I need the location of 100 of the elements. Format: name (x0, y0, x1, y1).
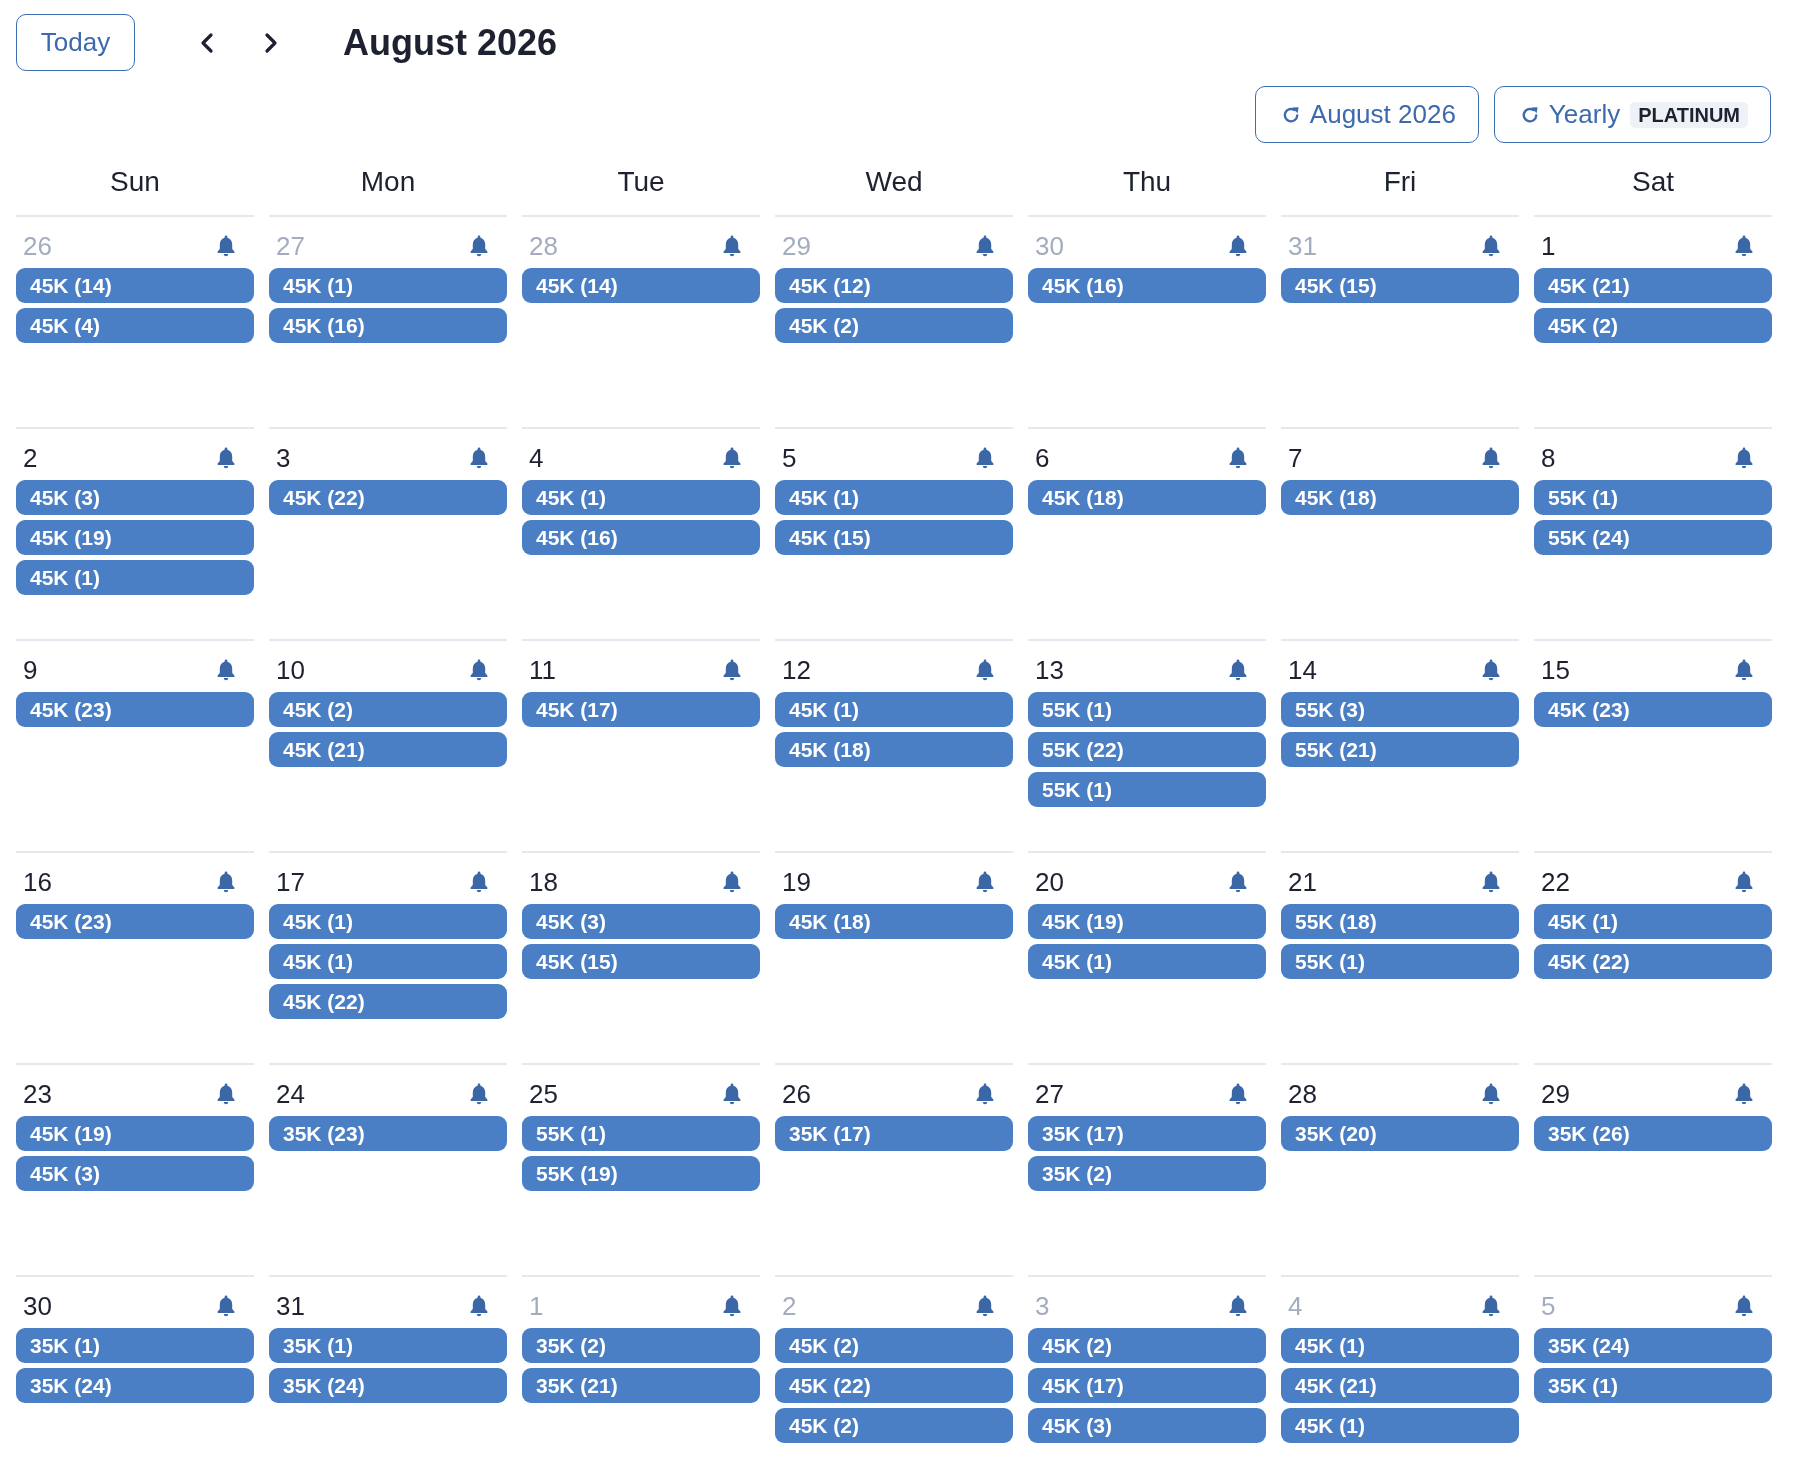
bell-icon[interactable] (975, 1295, 995, 1317)
bell-icon[interactable] (1228, 871, 1248, 893)
event-chip[interactable]: 45K (22) (269, 984, 507, 1019)
event-chip[interactable]: 45K (18) (1281, 480, 1519, 515)
event-chip[interactable]: 45K (3) (1028, 1408, 1266, 1443)
event-chip[interactable]: 45K (16) (269, 308, 507, 343)
event-chip[interactable]: 45K (23) (16, 692, 254, 727)
event-chip[interactable]: 45K (15) (1281, 268, 1519, 303)
event-chip[interactable]: 35K (2) (522, 1328, 760, 1363)
bell-icon[interactable] (1481, 1083, 1501, 1105)
bell-icon[interactable] (975, 1083, 995, 1105)
chevron-right-icon[interactable] (263, 31, 279, 54)
bell-icon[interactable] (1734, 447, 1754, 469)
event-chip[interactable]: 45K (18) (775, 732, 1013, 767)
event-chip[interactable]: 35K (26) (1534, 1116, 1772, 1151)
event-chip[interactable]: 45K (2) (775, 1408, 1013, 1443)
bell-icon[interactable] (216, 235, 236, 257)
event-chip[interactable]: 35K (20) (1281, 1116, 1519, 1151)
event-chip[interactable]: 45K (1) (269, 904, 507, 939)
bell-icon[interactable] (722, 447, 742, 469)
bell-icon[interactable] (469, 447, 489, 469)
event-chip[interactable]: 45K (21) (1534, 268, 1772, 303)
event-chip[interactable]: 45K (1) (16, 560, 254, 595)
bell-icon[interactable] (1734, 871, 1754, 893)
today-button[interactable]: Today (16, 14, 135, 71)
event-chip[interactable]: 45K (1) (775, 692, 1013, 727)
event-chip[interactable]: 55K (1) (1028, 692, 1266, 727)
event-chip[interactable]: 45K (16) (1028, 268, 1266, 303)
bell-icon[interactable] (216, 871, 236, 893)
bell-icon[interactable] (1481, 659, 1501, 681)
event-chip[interactable]: 35K (17) (775, 1116, 1013, 1151)
event-chip[interactable]: 45K (21) (1281, 1368, 1519, 1403)
event-chip[interactable]: 55K (22) (1028, 732, 1266, 767)
bell-icon[interactable] (1228, 659, 1248, 681)
bell-icon[interactable] (1734, 235, 1754, 257)
bell-icon[interactable] (975, 235, 995, 257)
bell-icon[interactable] (469, 1295, 489, 1317)
bell-icon[interactable] (975, 447, 995, 469)
event-chip[interactable]: 45K (1) (522, 480, 760, 515)
event-chip[interactable]: 55K (24) (1534, 520, 1772, 555)
event-chip[interactable]: 55K (19) (522, 1156, 760, 1191)
event-chip[interactable]: 45K (2) (1028, 1328, 1266, 1363)
bell-icon[interactable] (1228, 235, 1248, 257)
event-chip[interactable]: 35K (24) (269, 1368, 507, 1403)
event-chip[interactable]: 45K (1) (1028, 944, 1266, 979)
event-chip[interactable]: 35K (2) (1028, 1156, 1266, 1191)
bell-icon[interactable] (975, 871, 995, 893)
event-chip[interactable]: 45K (22) (269, 480, 507, 515)
sync-button[interactable]: Yearly PLATINUM (1493, 86, 1771, 143)
event-chip[interactable]: 45K (17) (522, 692, 760, 727)
event-chip[interactable]: 35K (17) (1028, 1116, 1266, 1151)
bell-icon[interactable] (469, 659, 489, 681)
event-chip[interactable]: 45K (22) (1534, 944, 1772, 979)
bell-icon[interactable] (1228, 1295, 1248, 1317)
event-chip[interactable]: 45K (14) (16, 268, 254, 303)
event-chip[interactable]: 35K (24) (16, 1368, 254, 1403)
event-chip[interactable]: 45K (1) (269, 944, 507, 979)
event-chip[interactable]: 45K (1) (269, 268, 507, 303)
bell-icon[interactable] (216, 1295, 236, 1317)
event-chip[interactable]: 45K (22) (775, 1368, 1013, 1403)
bell-icon[interactable] (1481, 871, 1501, 893)
event-chip[interactable]: 35K (1) (1534, 1368, 1772, 1403)
event-chip[interactable]: 55K (3) (1281, 692, 1519, 727)
event-chip[interactable]: 45K (2) (775, 1328, 1013, 1363)
event-chip[interactable]: 45K (1) (1281, 1408, 1519, 1443)
event-chip[interactable]: 45K (1) (1534, 904, 1772, 939)
bell-icon[interactable] (469, 1083, 489, 1105)
event-chip[interactable]: 35K (23) (269, 1116, 507, 1151)
event-chip[interactable]: 45K (21) (269, 732, 507, 767)
event-chip[interactable]: 35K (21) (522, 1368, 760, 1403)
bell-icon[interactable] (722, 659, 742, 681)
event-chip[interactable]: 55K (21) (1281, 732, 1519, 767)
event-chip[interactable]: 45K (23) (16, 904, 254, 939)
event-chip[interactable]: 45K (15) (775, 520, 1013, 555)
event-chip[interactable]: 45K (12) (775, 268, 1013, 303)
bell-icon[interactable] (975, 659, 995, 681)
event-chip[interactable]: 55K (1) (1534, 480, 1772, 515)
event-chip[interactable]: 45K (1) (775, 480, 1013, 515)
event-chip[interactable]: 35K (1) (269, 1328, 507, 1363)
bell-icon[interactable] (722, 1083, 742, 1105)
event-chip[interactable]: 45K (19) (16, 520, 254, 555)
bell-icon[interactable] (722, 235, 742, 257)
event-chip[interactable]: 45K (2) (1534, 308, 1772, 343)
bell-icon[interactable] (216, 1083, 236, 1105)
event-chip[interactable]: 45K (15) (522, 944, 760, 979)
bell-icon[interactable] (216, 447, 236, 469)
event-chip[interactable]: 55K (1) (522, 1116, 760, 1151)
event-chip[interactable]: 45K (3) (16, 480, 254, 515)
event-chip[interactable]: 55K (1) (1028, 772, 1266, 807)
bell-icon[interactable] (1228, 1083, 1248, 1105)
bell-icon[interactable] (722, 871, 742, 893)
event-chip[interactable]: 45K (3) (522, 904, 760, 939)
event-chip[interactable]: 45K (1) (1281, 1328, 1519, 1363)
chevron-left-icon[interactable] (199, 31, 215, 54)
bell-icon[interactable] (1481, 235, 1501, 257)
event-chip[interactable]: 45K (14) (522, 268, 760, 303)
event-chip[interactable]: 45K (4) (16, 308, 254, 343)
bell-icon[interactable] (469, 235, 489, 257)
bell-icon[interactable] (216, 659, 236, 681)
bell-icon[interactable] (1734, 1083, 1754, 1105)
